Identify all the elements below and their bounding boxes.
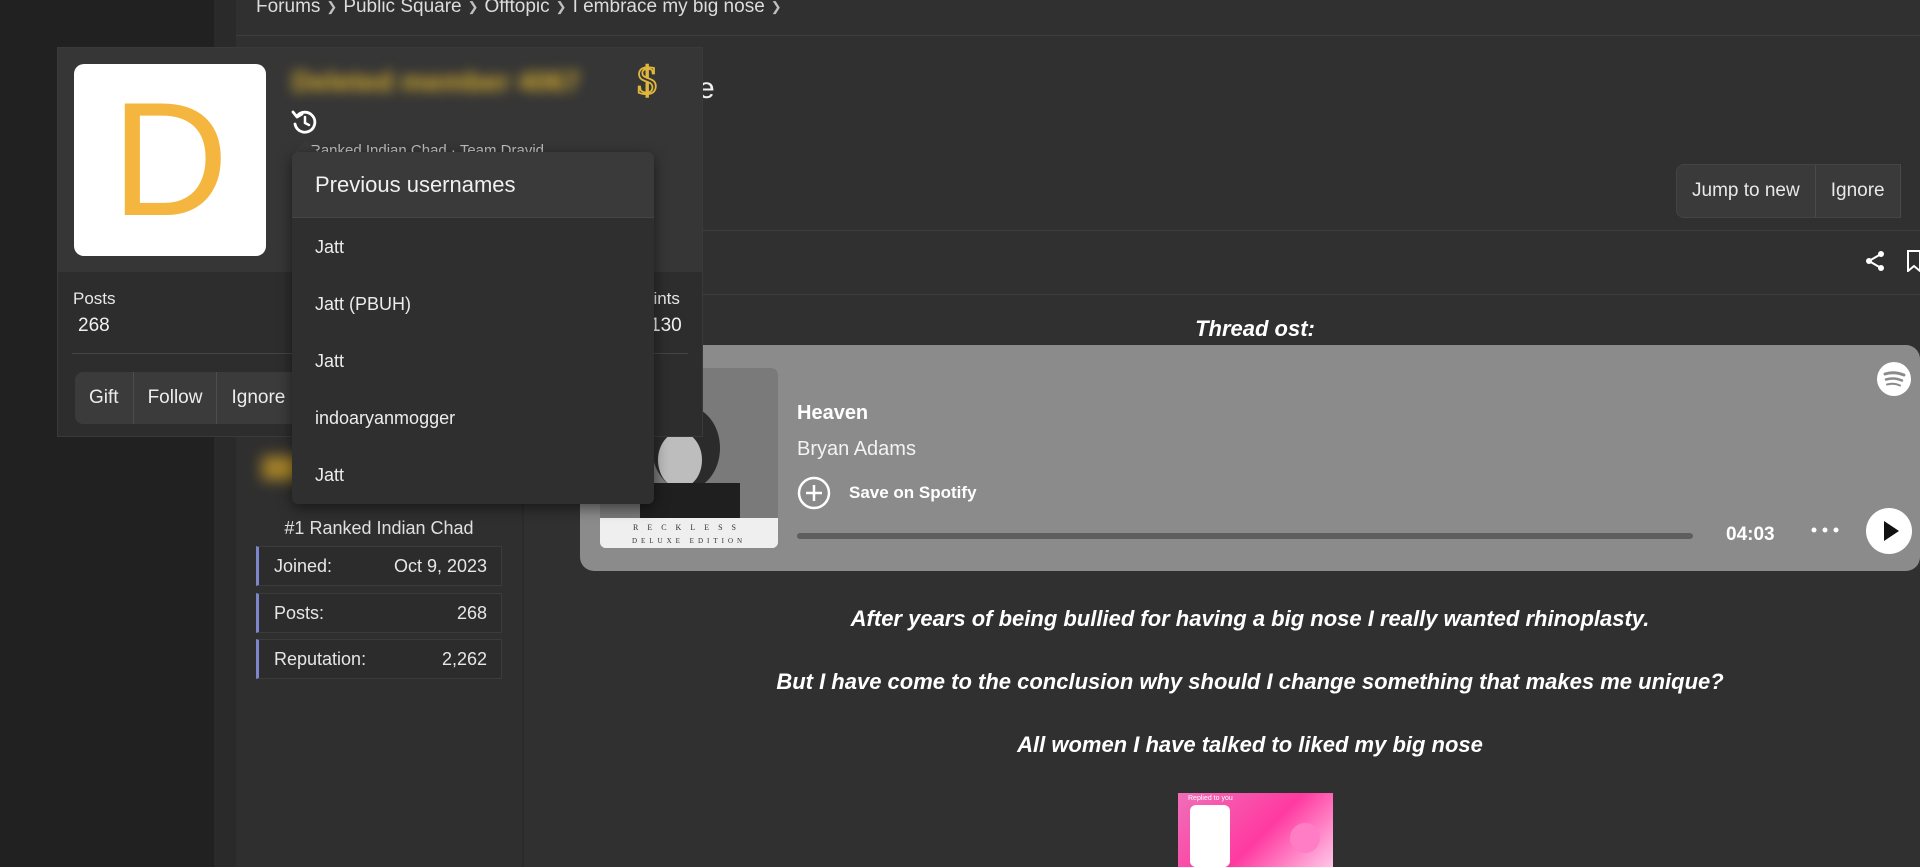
album-title-text: RECKLESS [633, 523, 745, 532]
stat-value: 2,262 [441, 648, 487, 669]
save-on-spotify-button[interactable]: Save on Spotify [797, 476, 977, 510]
track-duration: 04:03 [1726, 524, 1775, 545]
playback-progress[interactable] [797, 533, 1693, 539]
stat-label: Posts: [274, 602, 325, 623]
post-text-line-3: All women I have talked to liked my big … [1017, 732, 1483, 757]
heart-icon [1290, 823, 1320, 853]
thumb-label: Replied to you [1188, 795, 1233, 802]
menu-arrow [294, 140, 318, 152]
avatar-letter: D [111, 69, 229, 250]
previous-username-item: Jatt [315, 237, 345, 257]
previous-username-item: Jatt [315, 465, 345, 485]
track-title[interactable]: Heaven [797, 402, 868, 425]
member-actions: Gift Follow Ignore [75, 372, 301, 424]
member-username[interactable]: Deleted member 4067 [292, 66, 612, 97]
poster-rank: #1 Ranked Indian Chad [284, 518, 474, 538]
avatar[interactable]: D [74, 64, 266, 256]
post-text-line-1: After years of being bullied for having … [850, 606, 1650, 631]
follow-button[interactable]: Follow [134, 372, 218, 424]
svg-text:$: $ [637, 60, 657, 102]
stat-label: Joined: [274, 555, 333, 576]
post-text-line-2: But I have come to the conclusion why sh… [776, 669, 1724, 694]
spotify-logo-icon[interactable] [1877, 362, 1911, 396]
gift-button[interactable]: Gift [75, 372, 134, 424]
album-edition-text: DELUXE EDITION [632, 537, 746, 545]
breadcrumb-divider [236, 35, 1920, 36]
play-icon[interactable] [1866, 508, 1912, 554]
previous-username-item: Jatt (PBUH) [315, 294, 412, 314]
history-icon[interactable] [291, 108, 319, 136]
breadcrumb-public-square[interactable]: Public Square [343, 0, 461, 18]
chevron-right-icon: ❯ [326, 0, 338, 14]
more-options-icon[interactable] [1808, 520, 1842, 540]
posts-label: Posts [73, 289, 116, 308]
breadcrumb-offtopic[interactable]: Offtopic [485, 0, 550, 18]
share-icon[interactable] [1864, 250, 1886, 272]
chevron-right-icon: ❯ [770, 0, 782, 14]
previous-username-item: indoaryanmogger [315, 408, 456, 428]
jump-to-new-button[interactable]: Jump to new [1677, 165, 1816, 217]
dollar-icon: $ [636, 60, 658, 102]
stat-value: 268 [456, 602, 487, 623]
chevron-right-icon: ❯ [555, 0, 567, 14]
previous-usernames-menu: Previous usernames Jatt Jatt (PBUH) Jatt… [292, 152, 654, 504]
menu-header: Previous usernames [292, 152, 654, 218]
breadcrumb-forums[interactable]: Forums [256, 0, 320, 18]
breadcrumb: Forums ❯ Public Square ❯ Offtopic ❯ I em… [256, 0, 788, 18]
breadcrumb-thread[interactable]: I embrace my big nose [573, 0, 765, 18]
track-artist[interactable]: Bryan Adams [797, 438, 916, 461]
stat-label: Reputation: [274, 648, 367, 669]
posts-value: 268 [78, 315, 110, 336]
bookmark-icon[interactable] [1906, 250, 1920, 272]
post-ost-label: Thread ost: [1195, 316, 1315, 341]
divider [520, 230, 1920, 231]
poster-joined: Joined: Oct 9, 2023 [256, 546, 502, 586]
poster-posts: Posts: 268 [256, 593, 502, 633]
divider [520, 294, 1920, 295]
previous-username-item: Jatt [315, 351, 345, 371]
ignore-member-button[interactable]: Ignore [217, 372, 301, 424]
poster-reputation: Reputation: 2,262 [256, 639, 502, 679]
stat-value: Oct 9, 2023 [393, 555, 487, 576]
ignore-thread-button[interactable]: Ignore [1816, 165, 1901, 217]
points-value: 130 [650, 315, 682, 336]
plus-circle-icon [797, 476, 831, 510]
thread-actions: Jump to new Ignore [1676, 164, 1901, 218]
thumb-card [1190, 805, 1230, 867]
chevron-right-icon: ❯ [467, 0, 479, 14]
save-label: Save on Spotify [849, 483, 977, 502]
attached-image[interactable]: Replied to you [1178, 793, 1333, 867]
